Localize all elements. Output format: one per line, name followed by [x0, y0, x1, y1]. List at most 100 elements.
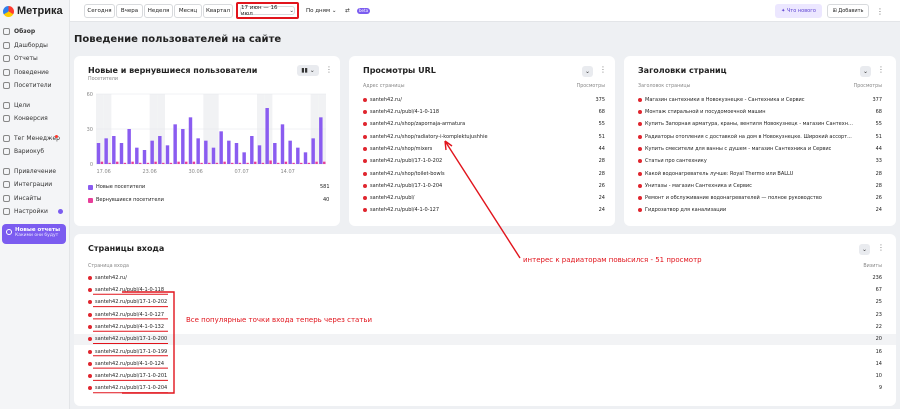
entry-row[interactable]: santeh42.ru/publ/4-1-0-118 67 — [74, 284, 896, 296]
legend-new-visitors[interactable]: Новые посетители — [88, 184, 145, 190]
sidebar-item-visitors[interactable]: Посетители — [0, 79, 69, 93]
group-by-select[interactable]: По дням ⌄ — [306, 4, 336, 18]
filters-icon[interactable]: ⇄ — [345, 4, 350, 18]
url-label[interactable]: santeh42.ru/shop/toilet-bowls — [370, 171, 445, 177]
url-row[interactable]: santeh42.ru/375 — [349, 94, 615, 106]
url-card-menu-icon[interactable]: ⋮ — [599, 65, 607, 74]
whats-new-button[interactable]: ✦ Что нового — [775, 4, 822, 18]
url-value: 24 — [598, 207, 605, 214]
entry-label[interactable]: santeh42.ru/publ/4-1-0-127 — [95, 312, 164, 318]
sidebar-item-acquisition[interactable]: Привлечение — [0, 165, 69, 179]
title-row[interactable]: Купить смесители для ванны с душем - маг… — [624, 143, 896, 155]
title-label[interactable]: Купить смесители для ванны с душем - маг… — [645, 146, 831, 152]
sidebar-item-reports[interactable]: Отчеты — [0, 52, 69, 66]
entry-row[interactable]: santeh42.ru/publ/17-1-0-204 9 — [74, 383, 896, 395]
titles-card-menu-icon[interactable]: ⋮ — [877, 65, 885, 74]
url-row[interactable]: santeh42.ru/shop/zapornaja-armatura 55 — [349, 119, 615, 131]
period-yesterday[interactable]: Вчера — [116, 4, 143, 18]
more-menu-icon[interactable]: ⋮ — [874, 4, 886, 18]
title-value: 28 — [875, 182, 882, 189]
url-label[interactable]: santeh42.ru/publ/ — [370, 195, 415, 201]
entry-label[interactable]: santeh42.ru/publ/17-1-0-200 — [95, 336, 167, 342]
entry-label[interactable]: santeh42.ru/publ/17-1-0-202 — [95, 299, 167, 305]
sidebar-item-insights[interactable]: Инсайты — [0, 192, 69, 206]
url-label[interactable]: santeh42.ru/ — [370, 97, 402, 103]
chevron-down-icon[interactable]: ⌄ — [582, 66, 593, 77]
title-label[interactable]: Ремонт и обслуживание водонагревателей —… — [645, 195, 822, 201]
title-row[interactable]: Статьи про сантехнику 33 — [624, 156, 896, 168]
title-label[interactable]: Гидрозатвор для канализации — [645, 207, 726, 213]
period-month[interactable]: Месяц — [174, 4, 202, 18]
sidebar-item-tag-manager[interactable]: Тег Менеджер — [0, 132, 69, 146]
bar-new-visitors — [96, 143, 101, 164]
period-today[interactable]: Сегодня — [84, 4, 115, 18]
chevron-down-icon[interactable]: ⌄ — [859, 244, 870, 255]
title-row[interactable]: Гидрозатвор для канализации 24 — [624, 205, 896, 217]
entry-label[interactable]: santeh42.ru/publ/4-1-0-124 — [95, 361, 164, 367]
entry-row[interactable]: santeh42.ru/publ/17-1-0-202 25 — [74, 297, 896, 309]
title-row[interactable]: Магазин сантехники в Новокузнецке - Сант… — [624, 94, 896, 106]
url-label[interactable]: santeh42.ru/publ/17-1-0-202 — [370, 158, 442, 164]
title-label[interactable]: Монтаж стиральной и посудомоечной машин — [645, 109, 766, 115]
entry-label[interactable]: santeh42.ru/publ/17-1-0-201 — [95, 373, 167, 379]
entry-label[interactable]: santeh42.ru/publ/4-1-0-118 — [95, 287, 164, 293]
bar-returning-visitors — [169, 162, 173, 164]
legend-returning-visitors[interactable]: Вернувшиеся посетители — [88, 197, 164, 203]
url-label[interactable]: santeh42.ru/publ/4-1-0-127 — [370, 207, 439, 213]
title-row[interactable]: Унитазы - магазин Сантехника и Сервис 28 — [624, 180, 896, 192]
url-label[interactable]: santeh42.ru/shop/zapornaja-armatura — [370, 121, 465, 127]
url-row[interactable]: santeh42.ru/publ/17-1-0-204 26 — [349, 180, 615, 192]
title-label[interactable]: Радиаторы отопления с доставкой на дом в… — [645, 134, 852, 140]
url-row[interactable]: santeh42.ru/publ/4-1-0-127 24 — [349, 205, 615, 217]
url-label[interactable]: santeh42.ru/shop/radiatory-i-komplektuju… — [370, 134, 488, 140]
title-label[interactable]: Магазин сантехники в Новокузнецке - Сант… — [645, 97, 805, 103]
title-label[interactable]: Статьи про сантехнику — [645, 158, 707, 164]
url-row[interactable]: santeh42.ru/shop/mixers 44 — [349, 143, 615, 155]
title-label[interactable]: Какой водонагреватель лучше: Royal Therm… — [645, 171, 793, 177]
grid-icon — [3, 28, 10, 36]
title-row[interactable]: Купить Запорная арматура, краны, вентиля… — [624, 119, 896, 131]
new-reports-promo[interactable]: Новые отчеты Какими они будут — [2, 224, 66, 244]
sidebar-item-conversion[interactable]: Конверсия — [0, 112, 69, 126]
period-quarter[interactable]: Квартал — [203, 4, 233, 18]
title-label[interactable]: Унитазы - магазин Сантехника и Сервис — [645, 183, 752, 189]
url-label[interactable]: santeh42.ru/publ/4-1-0-118 — [370, 109, 439, 115]
url-row[interactable]: santeh42.ru/shop/toilet-bowls 28 — [349, 168, 615, 180]
title-label[interactable]: Купить Запорная арматура, краны, вентиля… — [645, 121, 855, 127]
url-row[interactable]: santeh42.ru/publ/17-1-0-202 28 — [349, 156, 615, 168]
title-row[interactable]: Монтаж стиральной и посудомоечной машин 6… — [624, 106, 896, 118]
sidebar-item-integrations[interactable]: Интеграции — [0, 178, 69, 192]
add-button[interactable]: ⊞ Добавить — [827, 4, 869, 18]
title-row[interactable]: Какой водонагреватель лучше: Royal Therm… — [624, 168, 896, 180]
url-row[interactable]: santeh42.ru/publ/4-1-0-118 68 — [349, 106, 615, 118]
sidebar-item-goals[interactable]: Цели — [0, 99, 69, 113]
new-reports-subtitle: Какими они будут — [15, 233, 59, 238]
url-row[interactable]: santeh42.ru/shop/radiatory-i-komplektuju… — [349, 131, 615, 143]
sidebar-item-behavior[interactable]: Поведение — [0, 66, 69, 80]
title-row[interactable]: Радиаторы отопления с доставкой на дом в… — [624, 131, 896, 143]
title-row[interactable]: Ремонт и обслуживание водонагревателей —… — [624, 192, 896, 204]
date-range-picker[interactable]: 17 июн — 16 июл ⌄ — [240, 5, 295, 17]
entry-row[interactable]: santeh42.ru/236 — [74, 272, 896, 284]
sidebar-item-dashboards[interactable]: Дашборды — [0, 39, 69, 53]
logo[interactable]: Метрика — [0, 0, 69, 22]
entry-card-menu-icon[interactable]: ⋮ — [877, 243, 885, 252]
entry-label[interactable]: santeh42.ru/publ/17-1-0-199 — [95, 349, 167, 355]
url-label[interactable]: santeh42.ru/publ/17-1-0-204 — [370, 183, 442, 189]
url-row[interactable]: santeh42.ru/publ/24 — [349, 192, 615, 204]
entry-label[interactable]: santeh42.ru/publ/4-1-0-132 — [95, 324, 164, 330]
users-card-menu-icon[interactable]: ⋮ — [325, 65, 333, 74]
entry-row[interactable]: santeh42.ru/publ/17-1-0-201 10 — [74, 370, 896, 382]
url-label[interactable]: santeh42.ru/shop/mixers — [370, 146, 432, 152]
entry-row[interactable]: santeh42.ru/publ/17-1-0-199 16 — [74, 346, 896, 358]
sidebar-item-settings[interactable]: Настройки — [0, 205, 69, 219]
entry-row[interactable]: santeh42.ru/publ/4-1-0-124 14 — [74, 358, 896, 370]
period-week[interactable]: Неделя — [144, 4, 173, 18]
chevron-down-icon[interactable]: ⌄ — [860, 66, 871, 77]
entry-label[interactable]: santeh42.ru/publ/17-1-0-204 — [95, 385, 167, 391]
entry-label[interactable]: santeh42.ru/ — [95, 275, 127, 281]
sidebar-item-overview[interactable]: Обзор — [0, 25, 69, 39]
chart-type-select[interactable]: ▮▮ ⌄ — [297, 65, 319, 76]
sidebar-item-variocube[interactable]: Вариокуб — [0, 145, 69, 159]
entry-row[interactable]: santeh42.ru/publ/17-1-0-200 20 — [74, 333, 896, 345]
